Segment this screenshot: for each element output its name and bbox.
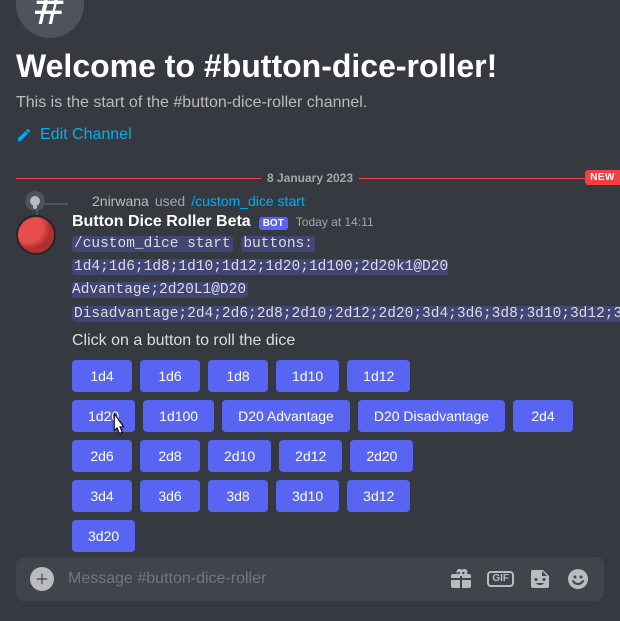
emoji-icon[interactable] [566,567,590,591]
echo-key: buttons: [241,236,315,252]
dice-button-1d6[interactable]: 1d6 [140,360,200,392]
dice-button-3d20[interactable]: 3d20 [72,520,135,552]
welcome-title: Welcome to #button-dice-roller! [16,46,604,86]
message-author[interactable]: Button Dice Roller Beta [72,213,251,231]
gif-button[interactable]: GIF [487,571,514,587]
welcome-subtitle: This is the start of the #button-dice-ro… [16,94,604,112]
attach-button[interactable] [30,567,54,591]
interaction-context: 2nirwana used /custom_dice start [16,193,604,209]
dice-button-2d20[interactable]: 2d20 [350,440,413,472]
roll-instruction: Click on a button to roll the dice [72,332,604,350]
dice-button-1d4[interactable]: 1d4 [72,360,132,392]
bot-tag: BOT [259,217,288,230]
dice-button-grid: 1d41d61d81d101d12 1d201d100D20 AdvantageD… [72,360,604,552]
plus-icon [35,572,49,586]
dice-button-d20-disadvantage[interactable]: D20 Disadvantage [358,400,505,432]
dice-button-d20-advantage[interactable]: D20 Advantage [222,400,350,432]
divider-date: 8 January 2023 [261,171,359,185]
date-divider: 8 January 2023 NEW [16,178,604,179]
dice-button-3d4[interactable]: 3d4 [72,480,132,512]
message-timestamp: Today at 14:11 [296,215,374,229]
dice-button-2d4[interactable]: 2d4 [513,400,573,432]
dice-button-1d100[interactable]: 1d100 [143,400,214,432]
edit-channel-label: Edit Channel [40,126,132,144]
bot-avatar[interactable] [16,215,56,255]
gift-icon[interactable] [449,567,473,591]
dice-button-2d6[interactable]: 2d6 [72,440,132,472]
dice-button-1d10[interactable]: 1d10 [276,360,339,392]
pencil-icon [16,127,32,143]
command-echo: /custom_dice start buttons: 1d4;1d6;1d8;… [72,233,604,326]
interaction-username[interactable]: 2nirwana [92,193,149,209]
dice-button-1d20[interactable]: 1d20 [72,400,135,432]
new-messages-pill[interactable]: NEW [585,170,620,185]
message-input-bar: GIF [16,557,604,601]
interaction-command[interactable]: /custom_dice start [191,193,305,209]
dice-button-1d8[interactable]: 1d8 [208,360,268,392]
channel-hash-icon [16,0,84,38]
dice-button-3d12[interactable]: 3d12 [347,480,410,512]
dice-button-3d10[interactable]: 3d10 [276,480,339,512]
echo-command: /custom_dice start [72,236,233,252]
dice-button-2d8[interactable]: 2d8 [140,440,200,472]
sticker-icon[interactable] [528,567,552,591]
message-input[interactable] [68,570,435,588]
interaction-user-avatar [25,191,45,211]
dice-button-3d6[interactable]: 3d6 [140,480,200,512]
dice-button-2d12[interactable]: 2d12 [279,440,342,472]
dice-button-3d8[interactable]: 3d8 [208,480,268,512]
edit-channel-button[interactable]: Edit Channel [16,126,132,144]
dice-button-1d12[interactable]: 1d12 [347,360,410,392]
dice-button-2d10[interactable]: 2d10 [208,440,271,472]
echo-value-line2: Disadvantage;2d4;2d6;2d8;2d10;2d12;2d20;… [72,306,620,322]
echo-value-line1: 1d4;1d6;1d8;1d10;1d12;1d20;1d100;2d20k1@… [72,259,448,298]
interaction-verb: used [155,193,185,209]
